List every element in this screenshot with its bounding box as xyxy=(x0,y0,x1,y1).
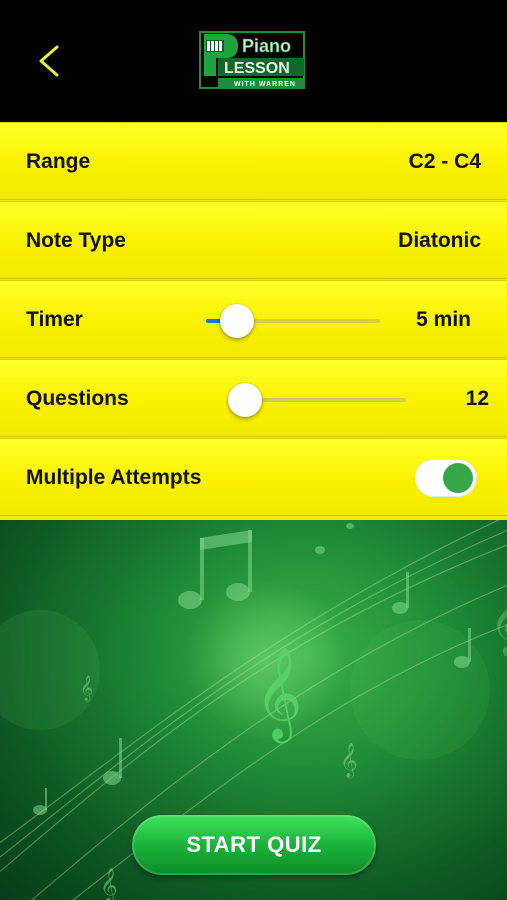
svg-text:Piano: Piano xyxy=(242,36,291,56)
note-type-value[interactable]: Diatonic xyxy=(398,202,481,280)
questions-slider-thumb[interactable] xyxy=(228,383,262,417)
svg-text:𝄞: 𝄞 xyxy=(340,743,358,779)
header-bar: Piano LESSON WITH WARREN xyxy=(0,0,507,122)
note-type-label: Note Type xyxy=(26,229,126,252)
svg-text:WITH WARREN: WITH WARREN xyxy=(234,81,296,88)
back-button[interactable] xyxy=(28,38,68,84)
multiple-attempts-toggle[interactable] xyxy=(415,459,477,497)
svg-text:𝄞: 𝄞 xyxy=(255,646,302,743)
svg-text:𝄞: 𝄞 xyxy=(490,585,507,657)
range-row[interactable]: Range C2 - C4 xyxy=(0,122,507,200)
multiple-attempts-label: Multiple Attempts xyxy=(26,466,202,489)
timer-value: 5 min xyxy=(416,308,471,331)
range-label: Range xyxy=(26,150,91,173)
toggle-knob xyxy=(443,463,473,493)
timer-slider-thumb[interactable] xyxy=(220,304,254,338)
start-quiz-button[interactable]: START QUIZ xyxy=(132,815,376,875)
app-logo: Piano LESSON WITH WARREN xyxy=(198,28,310,94)
multiple-attempts-row: Multiple Attempts xyxy=(0,438,507,516)
note-type-row[interactable]: Note Type Diatonic xyxy=(0,201,507,279)
svg-text:LESSON: LESSON xyxy=(224,60,290,77)
settings-panel: Range C2 - C4 Note Type Diatonic Timer 5… xyxy=(0,122,507,520)
questions-label: Questions xyxy=(26,387,129,410)
svg-text:𝄞: 𝄞 xyxy=(80,675,93,701)
chevron-left-icon xyxy=(39,45,59,77)
svg-text:𝄞: 𝄞 xyxy=(100,868,118,900)
timer-label: Timer xyxy=(26,308,83,331)
range-value[interactable]: C2 - C4 xyxy=(409,123,481,201)
questions-value: 12 xyxy=(465,387,489,410)
questions-slider[interactable] xyxy=(228,383,406,417)
timer-row: Timer 5 min xyxy=(0,280,507,358)
timer-slider[interactable] xyxy=(206,304,380,338)
questions-row: Questions 12 xyxy=(0,359,507,437)
